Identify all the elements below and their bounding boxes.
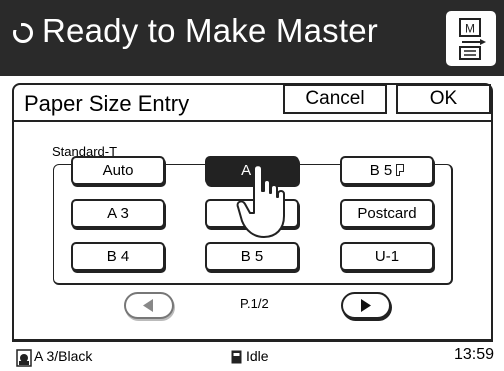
- master-mode-button[interactable]: M: [446, 11, 496, 66]
- screen-title: Ready to Make Master: [42, 12, 378, 49]
- prev-page-button[interactable]: [124, 292, 174, 319]
- machine-status-icon: [231, 350, 242, 364]
- size-label: B 4: [106, 248, 130, 265]
- portrait-icon: [396, 164, 405, 176]
- svg-text:M: M: [465, 22, 475, 36]
- cancel-button[interactable]: Cancel: [283, 84, 387, 114]
- size-label: B 5: [369, 162, 393, 179]
- size-button-postcard[interactable]: Postcard: [340, 199, 434, 228]
- touch-hand-icon: [236, 164, 285, 238]
- size-label: Auto: [102, 162, 134, 179]
- size-button-b5[interactable]: B 5: [205, 242, 299, 271]
- drum-info: A 3/Black: [34, 348, 93, 364]
- status-bar: A 3/Black Idle 13:59: [0, 341, 504, 371]
- ok-button[interactable]: OK: [396, 84, 491, 114]
- size-label: Postcard: [357, 205, 417, 222]
- right-arrow-icon: [361, 299, 371, 312]
- master-mode-icon: M: [459, 18, 486, 60]
- machine-status: Idle: [246, 348, 269, 364]
- size-button-b5-portrait[interactable]: B 5: [340, 156, 434, 185]
- size-label: A 3: [107, 205, 129, 222]
- drum-icon: [16, 349, 32, 367]
- ready-ring-icon: [11, 20, 33, 43]
- panel-title: Paper Size Entry: [24, 91, 190, 116]
- header-divider: [14, 120, 491, 122]
- title-bar: Ready to Make Master M: [0, 0, 504, 76]
- size-label: U-1: [374, 248, 400, 265]
- size-button-u1[interactable]: U-1: [340, 242, 434, 271]
- left-arrow-icon: [143, 299, 153, 312]
- size-button-auto[interactable]: Auto: [71, 156, 165, 185]
- size-label: B 5: [240, 248, 264, 265]
- size-button-b4[interactable]: B 4: [71, 242, 165, 271]
- next-page-button[interactable]: [341, 292, 391, 319]
- page-indicator: P.1/2: [240, 296, 269, 311]
- status-divider: [12, 341, 493, 342]
- size-button-a3[interactable]: A 3: [71, 199, 165, 228]
- clock: 13:59: [453, 346, 494, 363]
